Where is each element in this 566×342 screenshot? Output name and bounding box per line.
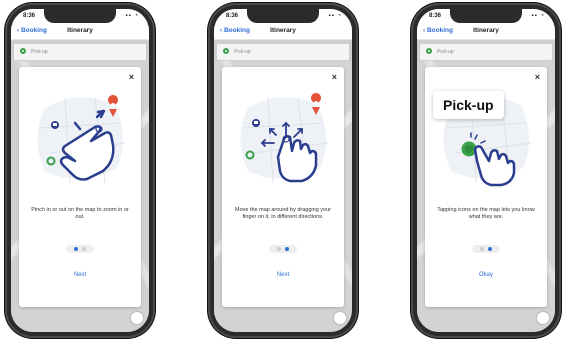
page-dot-active [488, 247, 492, 251]
next-button[interactable]: Next [19, 272, 141, 278]
locate-button[interactable] [131, 312, 143, 324]
nav-bar: ‹ Booking Itinerary [11, 23, 149, 40]
pinch-zoom-illustration [37, 95, 126, 184]
okay-button[interactable]: Okay [425, 272, 547, 278]
drag-illustration [240, 93, 329, 184]
nav-bar: ‹ Booking Itinerary [214, 23, 352, 40]
pickup-label: Pick-up [437, 49, 454, 55]
page-dot [480, 247, 484, 251]
page-title: Itinerary [67, 27, 93, 34]
back-label: Booking [223, 27, 250, 34]
pickup-dot-icon [20, 48, 26, 54]
transit-pin-icon [252, 119, 260, 127]
tutorial-card: × Pinch in or out on the map to zoom in … [19, 67, 141, 307]
pickup-field[interactable]: Pick-up [420, 44, 552, 60]
pickup-label: Pick-up [31, 49, 48, 55]
phone-mockup-3: 8:36 ▪▪ ◔ ‹ Booking Itinerary Pick-up × [411, 3, 561, 338]
back-label: Booking [20, 27, 47, 34]
back-button[interactable]: ‹ Booking [220, 27, 250, 34]
close-icon[interactable]: × [535, 72, 540, 82]
page-dot-active [285, 247, 289, 251]
tutorial-card: × Move the map around by dragging your f… [222, 67, 344, 307]
page-indicator [66, 245, 94, 253]
signal-icon: ▪▪ ◔ [531, 13, 545, 19]
tutorial-caption: Move the map around by dragging your fin… [234, 207, 331, 220]
phone-screen: 8:36 ▪▪ ◔ ‹ Booking Itinerary Pick-up × [417, 9, 555, 332]
status-time: 8:36 [23, 13, 36, 19]
status-time: 8:36 [429, 13, 442, 19]
locate-button[interactable] [334, 312, 346, 324]
page-title: Itinerary [270, 27, 296, 34]
page-dot [82, 247, 86, 251]
notch [247, 9, 319, 23]
notch [44, 9, 116, 23]
back-label: Booking [426, 27, 453, 34]
pickup-field[interactable]: Pick-up [14, 44, 146, 60]
signal-icon: ▪▪ ◔ [328, 13, 342, 19]
pickup-label: Pick-up [234, 49, 251, 55]
page-indicator [269, 245, 297, 253]
back-button[interactable]: ‹ Booking [423, 27, 453, 34]
tutorial-card: × Pick-up Tapping icons on the map lets … [425, 67, 547, 307]
phone-screen: 8:36 ▪▪ ◔ ‹ Booking Itinerary Pick-up × [214, 9, 352, 332]
pickup-dot-icon [223, 48, 229, 54]
pickup-tooltip: Pick-up [433, 91, 504, 119]
page-dot [277, 247, 281, 251]
locate-button[interactable] [537, 312, 549, 324]
phone-mockup-1: 8:36 ▪▪ ◔ ‹ Booking Itinerary Pick-up × [5, 3, 155, 338]
pickup-dot-icon [426, 48, 432, 54]
tutorial-caption: Pinch in or out on the map to zoom in or… [31, 207, 129, 220]
notch [450, 9, 522, 23]
close-icon[interactable]: × [129, 72, 134, 82]
back-button[interactable]: ‹ Booking [17, 27, 47, 34]
pickup-field[interactable]: Pick-up [217, 44, 349, 60]
close-icon[interactable]: × [332, 72, 337, 82]
transit-pin-icon [51, 121, 59, 129]
tutorial-caption: Tapping icons on the map lets you know w… [437, 207, 535, 220]
page-dot-active [74, 247, 78, 251]
status-time: 8:36 [226, 13, 239, 19]
nav-bar: ‹ Booking Itinerary [417, 23, 555, 40]
phone-mockup-2: 8:36 ▪▪ ◔ ‹ Booking Itinerary Pick-up × [208, 3, 358, 338]
signal-icon: ▪▪ ◔ [125, 13, 139, 19]
page-indicator [472, 245, 500, 253]
page-title: Itinerary [473, 27, 499, 34]
phone-screen: 8:36 ▪▪ ◔ ‹ Booking Itinerary Pick-up × [11, 9, 149, 332]
next-button[interactable]: Next [222, 272, 344, 278]
